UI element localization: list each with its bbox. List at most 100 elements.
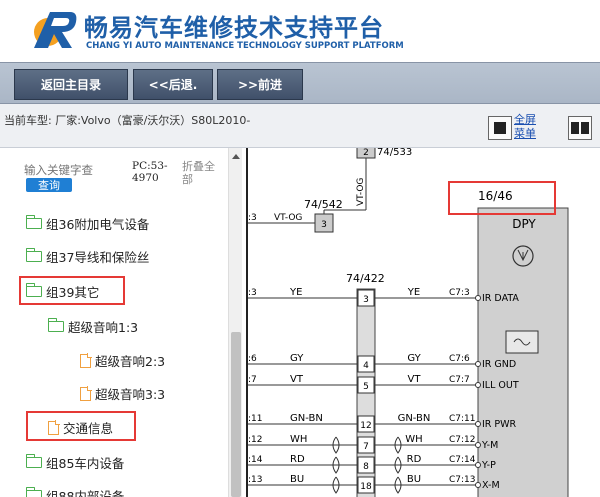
- wire-ref-label: :3: [248, 213, 257, 223]
- tree-item-group36[interactable]: 组36附加电气设备: [25, 214, 150, 233]
- tree-item-label: 组36附加电气设备: [46, 217, 150, 232]
- pin-label: 8: [363, 462, 369, 472]
- tree-item-group88[interactable]: 组88内部设备: [25, 486, 125, 497]
- folder-icon: [25, 487, 42, 497]
- wire-ref-label: :12: [248, 435, 262, 445]
- wire-color-label: WH: [405, 434, 422, 445]
- wire-color-label: GN-BN: [398, 413, 431, 424]
- connector-label: 74/542: [304, 198, 343, 211]
- split-view-icon[interactable]: [568, 116, 592, 140]
- signal-label: IR DATA: [482, 293, 519, 304]
- pin-label: 3: [363, 295, 369, 305]
- vehicle-bar: 当前车型: 厂家:Volvo（富豪/沃尔沃）S80L2010- 全屏 菜单: [0, 104, 600, 148]
- tree-item-super-audio-2[interactable]: 超级音响2:3: [80, 351, 165, 370]
- tree-item-super-audio-3[interactable]: 超级音响3:3: [80, 384, 165, 403]
- platform-subtitle: CHANG YI AUTO MAINTENANCE TECHNOLOGY SUP…: [86, 41, 404, 51]
- home-button[interactable]: 返回主目录: [14, 69, 128, 100]
- connector-pin-label: C7:7: [449, 375, 470, 385]
- pin-label: 4: [363, 361, 369, 371]
- keyword-search-input[interactable]: [24, 162, 130, 178]
- forward-button[interactable]: >>前进: [217, 69, 303, 100]
- platform-title: 畅易汽车维修技术支持平台: [84, 14, 384, 42]
- wiring-diagram: 2 74/533 VT-OG 74/542 3 :3 VT-OG 74/422 …: [246, 148, 600, 497]
- pc-code: PC:53-4970: [132, 160, 168, 184]
- connector-label: 74/422: [346, 272, 385, 285]
- header: 畅易汽车维修技术支持平台 CHANG YI AUTO MAINTENANCE T…: [0, 0, 600, 62]
- signal-label: Y-P: [481, 460, 496, 471]
- fullscreen-label: 全屏: [514, 113, 536, 126]
- document-icon: [80, 386, 92, 401]
- signal-label: IR PWR: [482, 419, 517, 430]
- fullscreen-icon[interactable]: [488, 116, 512, 140]
- category-tree-panel: 查询 PC:53-4970 折叠全部 组36附加电气设备 组37导线和保险丝 组…: [0, 148, 228, 497]
- wire-ref-label: :13: [248, 475, 262, 485]
- wire-color-label: BU: [290, 474, 304, 485]
- menu-label: 菜单: [514, 127, 536, 140]
- connector-pin-label: C7:11: [449, 414, 476, 424]
- wire-color-label: VT: [408, 374, 422, 385]
- tree-item-group85[interactable]: 组85车内设备: [25, 453, 125, 472]
- current-vehicle: 当前车型: 厂家:Volvo（富豪/沃尔沃）S80L2010-: [4, 114, 251, 127]
- wire-ref-label: :11: [248, 414, 262, 424]
- pin-label: 5: [363, 382, 369, 392]
- pin-label: 18: [360, 482, 372, 492]
- tree-item-label: 组37导线和保险丝: [46, 250, 150, 265]
- tree-item-label: 组85车内设备: [46, 456, 125, 471]
- signal-label: ILL OUT: [482, 380, 519, 391]
- wire-ref-label: :14: [248, 455, 263, 465]
- tree-scrollbar[interactable]: [228, 148, 242, 497]
- wire-color-label: GY: [290, 353, 304, 364]
- signal-label: IR GND: [482, 359, 516, 370]
- page-reference: 16/46: [478, 189, 513, 203]
- wire-color-label: YE: [407, 287, 420, 298]
- highlight-box: [26, 411, 136, 441]
- terminal-dot: [475, 295, 481, 301]
- document-icon: [80, 353, 92, 368]
- pin-label: 3: [321, 220, 327, 230]
- tree-item-label: 超级音响1:3: [68, 320, 139, 335]
- wire-color-label: BU: [407, 474, 421, 485]
- folder-icon: [25, 248, 42, 262]
- wire-color-label: VT: [290, 374, 304, 385]
- fullscreen-menu-link[interactable]: 全屏 菜单: [514, 113, 542, 141]
- connector-pin-label: C7:13: [449, 475, 476, 485]
- pin-label: 2: [363, 148, 369, 158]
- terminal-dot: [475, 482, 481, 488]
- connector-pin-label: C7:6: [449, 354, 470, 364]
- wire-color-label: RD: [407, 454, 422, 465]
- terminal-dot: [475, 462, 481, 468]
- wire-color-label: GN-BN: [290, 413, 323, 424]
- connector-pin-label: C7:14: [449, 455, 476, 465]
- connector-label: 74/533: [377, 148, 412, 158]
- wire-color-label: VT-OG: [274, 213, 302, 223]
- folder-icon: [25, 215, 42, 229]
- tree-item-group37[interactable]: 组37导线和保险丝: [25, 247, 150, 266]
- module-label: DPY: [512, 217, 536, 231]
- wire-color-label: YE: [289, 287, 302, 298]
- terminal-dot: [475, 421, 481, 427]
- pin-label: 12: [360, 421, 371, 431]
- nav-bar: 返回主目录 <<后退. >>前进: [0, 62, 600, 104]
- wire-ref-label: :6: [248, 354, 257, 364]
- scroll-thumb[interactable]: [231, 332, 241, 497]
- collapse-all-button[interactable]: 折叠全部: [182, 160, 220, 186]
- highlight-box: [19, 276, 125, 305]
- scroll-up-arrow-icon[interactable]: [232, 154, 240, 159]
- wire-color-label: RD: [290, 454, 305, 465]
- wire-color-label: GY: [407, 353, 421, 364]
- terminal-dot: [475, 442, 481, 448]
- changyi-logo-icon: [34, 12, 77, 48]
- wire-ref-label: :3: [248, 288, 257, 298]
- tree-item-label: 组88内部设备: [46, 489, 125, 497]
- query-button[interactable]: 查询: [26, 178, 72, 192]
- tree-item-super-audio-1[interactable]: 超级音响1:3: [47, 317, 139, 336]
- wire-color-label: VT-OG: [356, 178, 366, 206]
- folder-open-icon: [47, 318, 64, 332]
- pin-label: 7: [363, 442, 369, 452]
- back-button[interactable]: <<后退.: [133, 69, 213, 100]
- terminal-dot: [475, 382, 481, 388]
- terminal-dot: [475, 361, 481, 367]
- tree-item-label: 超级音响3:3: [95, 387, 166, 402]
- signal-label: Y-M: [481, 440, 498, 451]
- wire-color-label: WH: [290, 434, 307, 445]
